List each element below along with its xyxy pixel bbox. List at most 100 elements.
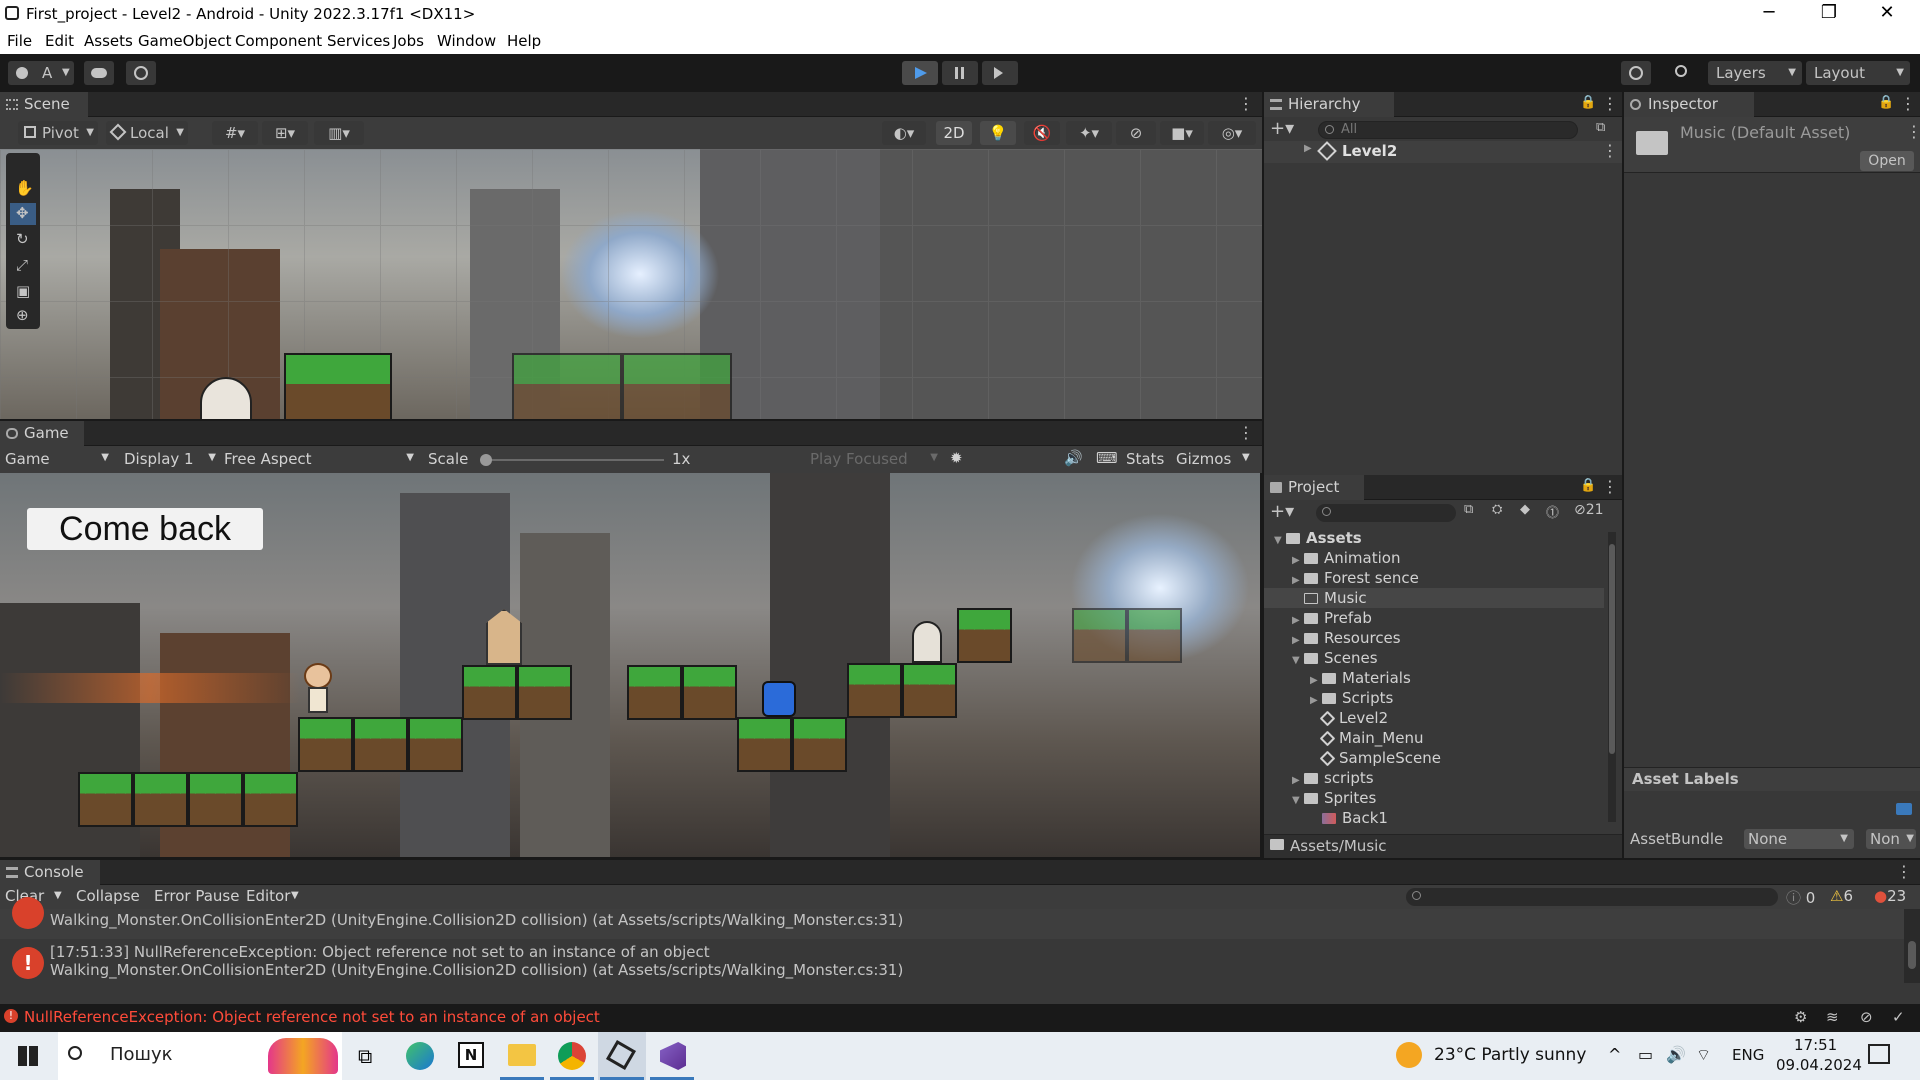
create-asset-button[interactable]: +▾: [1270, 501, 1294, 522]
battery-icon[interactable]: ▭: [1638, 1045, 1653, 1064]
unity-taskbar-button[interactable]: [598, 1032, 646, 1080]
scale-slider[interactable]: [480, 454, 664, 466]
collapsed-arrow-icon[interactable]: ▶: [1292, 615, 1304, 626]
grid-snap-button[interactable]: #▾: [212, 121, 258, 145]
transform-tool[interactable]: ⊕: [10, 305, 36, 327]
asset-more-icon[interactable]: ⋮: [1906, 122, 1920, 141]
lock-icon[interactable]: 🔒: [1580, 478, 1596, 493]
project-tree-item[interactable]: ▶ Materials: [1264, 668, 1604, 688]
lock-icon[interactable]: 🔒: [1878, 95, 1894, 110]
hierarchy-more-icon[interactable]: ⋮: [1602, 94, 1618, 113]
collapsed-arrow-icon[interactable]: ▶: [1310, 675, 1322, 686]
edge-icon[interactable]: [406, 1042, 434, 1070]
warning-count-toggle[interactable]: ⚠6: [1830, 887, 1853, 905]
project-tree-item[interactable]: Music: [1264, 588, 1604, 608]
collapsed-arrow-icon[interactable]: ▶: [1292, 775, 1304, 786]
project-tree-item[interactable]: ▶ Resources: [1264, 628, 1604, 648]
hierarchy-row-level2[interactable]: ▶ Level2 ⋮: [1264, 141, 1622, 163]
notifications-icon[interactable]: [1868, 1044, 1890, 1064]
tab-console[interactable]: Console: [0, 860, 100, 885]
project-tree-item[interactable]: ▶ Animation: [1264, 548, 1604, 568]
tab-project[interactable]: Project: [1264, 475, 1364, 500]
tab-hierarchy[interactable]: Hierarchy: [1264, 92, 1394, 117]
row-more-icon[interactable]: ⋮: [1602, 141, 1618, 160]
collapse-button[interactable]: Collapse: [76, 887, 140, 905]
step-button[interactable]: [982, 61, 1018, 85]
minimize-button[interactable]: ─: [1746, 2, 1792, 28]
mute-audio-icon[interactable]: 🔊: [1064, 449, 1083, 467]
hand-tool[interactable]: ✋: [10, 177, 36, 199]
search-by-type-icon[interactable]: ⧉: [1464, 502, 1473, 517]
expand-arrow-icon[interactable]: ▶: [1304, 143, 1312, 154]
scene-view[interactable]: ✋ ✥ ↻ ⤢ ▣ ⊕: [0, 149, 1262, 419]
project-scrollbar-thumb[interactable]: [1609, 544, 1615, 754]
snap-increment-button[interactable]: ⊞▾: [262, 121, 308, 145]
hidden-packages-count[interactable]: ⊘21: [1574, 502, 1604, 518]
collapsed-arrow-icon[interactable]: ▶: [1292, 575, 1304, 586]
project-tree-item[interactable]: ▶ Forest sence: [1264, 568, 1604, 588]
console-scrollbar-thumb[interactable]: [1908, 941, 1916, 969]
menu-component[interactable]: Component: [235, 32, 322, 50]
project-tree-item[interactable]: Back1: [1264, 808, 1604, 828]
menu-edit[interactable]: Edit: [45, 32, 74, 50]
project-tree-item[interactable]: Main_Menu: [1264, 728, 1604, 748]
file-explorer-icon[interactable]: [508, 1044, 536, 1066]
notion-icon[interactable]: N: [458, 1042, 484, 1068]
bug-icon[interactable]: ✹: [950, 449, 963, 467]
tab-inspector[interactable]: Inspector: [1624, 92, 1754, 117]
project-tree-item[interactable]: ▶ scripts: [1264, 768, 1604, 788]
console-scrollbar[interactable]: [1904, 909, 1920, 983]
project-tree-item[interactable]: ▼ Scenes: [1264, 648, 1604, 668]
expanded-arrow-icon[interactable]: ▼: [1292, 655, 1304, 666]
rotate-tool[interactable]: ↻: [10, 229, 36, 251]
volume-icon[interactable]: 🔊: [1666, 1045, 1686, 1064]
menu-file[interactable]: File: [7, 32, 32, 50]
menu-assets[interactable]: Assets: [84, 32, 133, 50]
rect-tool[interactable]: ▣: [10, 281, 36, 303]
layout-dropdown[interactable]: Layout ▼: [1806, 61, 1910, 85]
move-tool[interactable]: ✥: [10, 203, 36, 225]
aspect-dropdown[interactable]: Free Aspect ▼: [224, 450, 414, 468]
expanded-arrow-icon[interactable]: ▼: [1292, 795, 1304, 806]
tab-scene[interactable]: Scene: [0, 92, 88, 117]
account-button[interactable]: A ▼: [8, 61, 74, 85]
menu-window[interactable]: Window: [437, 32, 496, 50]
console-log-row[interactable]: ! [17:51:33] NullReferenceException: Obj…: [0, 939, 1904, 989]
weather-text[interactable]: 23°C Partly sunny: [1434, 1045, 1586, 1065]
console-search-input[interactable]: [1406, 888, 1778, 906]
menu-services[interactable]: Services: [327, 32, 390, 50]
game-view[interactable]: Come back: [0, 473, 1260, 857]
collapsed-arrow-icon[interactable]: ▶: [1310, 695, 1322, 706]
scene-search-icon[interactable]: ⧉: [1596, 120, 1605, 135]
wifi-icon[interactable]: ⌔: [1696, 1045, 1711, 1065]
clock-date[interactable]: 09.04.2024: [1776, 1056, 1862, 1074]
warning-filter-icon[interactable]: ⓵: [1546, 502, 1559, 521]
pause-button[interactable]: [942, 61, 978, 85]
close-button[interactable]: ✕: [1864, 2, 1910, 28]
error-pause-button[interactable]: Error Pause: [154, 887, 239, 905]
hierarchy-search-input[interactable]: All: [1318, 121, 1578, 139]
status-message[interactable]: NullReferenceException: Object reference…: [24, 1008, 600, 1026]
search-button[interactable]: [1667, 61, 1697, 85]
expanded-arrow-icon[interactable]: ▼: [1274, 535, 1286, 546]
project-tree-item[interactable]: ▶ Scripts: [1264, 688, 1604, 708]
label-tag-icon[interactable]: [1896, 803, 1912, 815]
audio-button[interactable]: 🔇: [1024, 121, 1060, 145]
input-language[interactable]: ENG: [1732, 1046, 1764, 1064]
project-more-icon[interactable]: ⋮: [1602, 477, 1618, 496]
scale-slider-thumb[interactable]: [480, 454, 492, 466]
taskbar-search-box[interactable]: Пошук: [58, 1032, 342, 1080]
layers-dropdown[interactable]: Layers ▼: [1708, 61, 1802, 85]
grid-visibility-button[interactable]: ▥▾: [314, 121, 364, 145]
come-back-button[interactable]: Come back: [27, 508, 263, 550]
project-tree-item[interactable]: ▶ Prefab: [1264, 608, 1604, 628]
gizmos-button[interactable]: Gizmos: [1176, 450, 1231, 468]
clear-dropdown-icon[interactable]: ▼: [54, 890, 62, 901]
add-object-button[interactable]: +▾: [1270, 118, 1294, 139]
menu-jobs[interactable]: Jobs: [393, 32, 424, 50]
open-button[interactable]: Open: [1860, 151, 1914, 171]
check-icon[interactable]: ✓: [1892, 1008, 1905, 1026]
stats-button[interactable]: Stats: [1126, 450, 1164, 468]
lock-icon[interactable]: 🔒: [1580, 95, 1596, 110]
game-more-icon[interactable]: ⋮: [1238, 423, 1254, 442]
